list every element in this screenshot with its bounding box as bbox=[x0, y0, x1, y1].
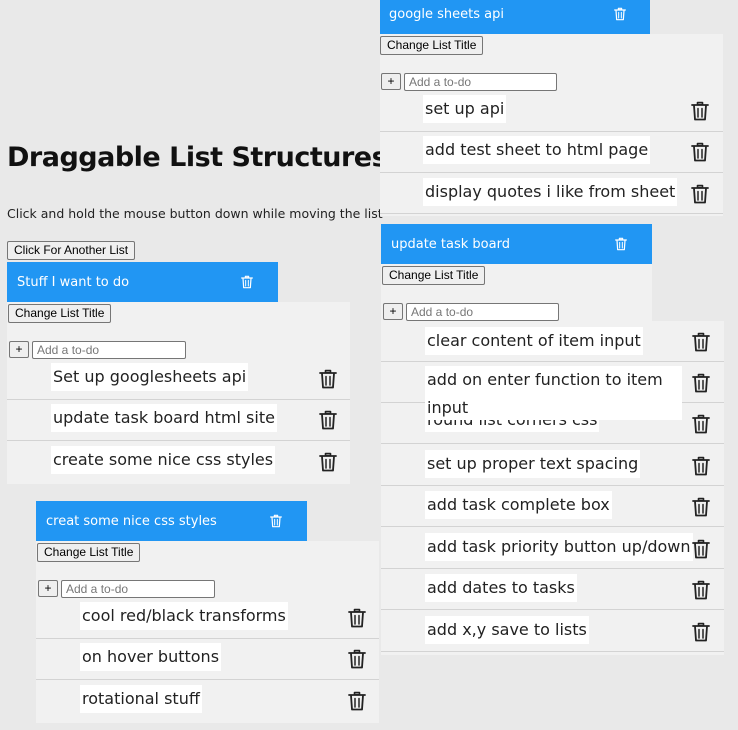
todo-list[interactable]: creat some nice css styles Change List T… bbox=[36, 501, 379, 723]
list-title: update task board bbox=[391, 236, 510, 252]
add-todo-input[interactable] bbox=[61, 580, 215, 598]
list-header[interactable]: Stuff I want to do bbox=[7, 262, 278, 302]
trash-icon[interactable] bbox=[691, 101, 709, 121]
add-todo-input[interactable] bbox=[406, 303, 559, 321]
trash-icon[interactable] bbox=[319, 452, 337, 472]
add-list-button[interactable]: Click For Another List bbox=[7, 241, 136, 260]
list-header[interactable]: creat some nice css styles bbox=[36, 501, 307, 541]
list-item[interactable]: add task priority button up/down bbox=[381, 528, 724, 569]
item-text: add task complete box bbox=[425, 491, 612, 519]
todo-list[interactable]: update task board Change List Title + cl… bbox=[381, 224, 724, 655]
add-todo-button[interactable]: + bbox=[383, 303, 403, 320]
item-text: clear content of item input bbox=[425, 327, 643, 355]
trash-icon[interactable] bbox=[614, 7, 626, 21]
trash-icon[interactable] bbox=[241, 275, 253, 289]
page-title: Draggable List Structures bbox=[7, 142, 388, 173]
trash-icon[interactable] bbox=[691, 184, 709, 204]
trash-icon[interactable] bbox=[348, 608, 366, 628]
add-todo-button[interactable]: + bbox=[381, 73, 401, 90]
list-item[interactable]: set up api bbox=[380, 91, 723, 132]
add-todo-input[interactable] bbox=[404, 73, 557, 91]
list-item[interactable]: Set up googlesheets api bbox=[7, 359, 350, 400]
change-title-button[interactable]: Change List Title bbox=[8, 304, 112, 323]
list-item[interactable]: add x,y save to lists bbox=[381, 611, 724, 652]
list-item[interactable]: create some nice css styles bbox=[7, 441, 350, 482]
trash-icon[interactable] bbox=[319, 410, 337, 430]
item-text: cool red/black transforms bbox=[80, 602, 288, 630]
trash-icon[interactable] bbox=[692, 497, 710, 517]
item-text: add task priority button up/down bbox=[425, 533, 693, 561]
trash-icon[interactable] bbox=[692, 332, 710, 352]
item-text: add dates to tasks bbox=[425, 574, 577, 602]
list-item[interactable]: rotational stuff bbox=[36, 680, 379, 721]
list-item[interactable]: display quotes i like from sheet bbox=[380, 173, 723, 214]
list-item[interactable]: clear content of item input bbox=[381, 321, 724, 362]
trash-icon[interactable] bbox=[692, 580, 710, 600]
trash-icon[interactable] bbox=[319, 369, 337, 389]
trash-icon[interactable] bbox=[348, 649, 366, 669]
list-item[interactable]: add on enter function to item input bbox=[381, 362, 724, 420]
trash-icon[interactable] bbox=[270, 514, 282, 528]
change-title-button[interactable]: Change List Title bbox=[37, 543, 141, 562]
item-text: rotational stuff bbox=[80, 685, 202, 713]
item-text: set up api bbox=[423, 95, 507, 123]
item-text: create some nice css styles bbox=[51, 446, 276, 474]
trash-icon[interactable] bbox=[691, 142, 709, 162]
trash-icon[interactable] bbox=[692, 373, 710, 393]
item-text: add x,y save to lists bbox=[425, 616, 589, 644]
add-todo-button[interactable]: + bbox=[9, 341, 29, 358]
list-item[interactable]: cool red/black transforms bbox=[36, 598, 379, 639]
item-text: on hover buttons bbox=[80, 643, 222, 671]
todo-list[interactable]: Stuff I want to do Change List Title + S… bbox=[7, 262, 350, 484]
item-text: set up proper text spacing bbox=[425, 450, 641, 478]
trash-icon[interactable] bbox=[692, 456, 710, 476]
list-item[interactable]: add task complete box bbox=[381, 486, 724, 527]
list-body: Change List Title + Set up googlesheets … bbox=[7, 302, 350, 484]
list-item[interactable]: update task board html site bbox=[7, 400, 350, 441]
item-text: update task board html site bbox=[51, 404, 277, 432]
list-body: Change List Title + cool red/black trans… bbox=[36, 541, 379, 723]
list-header[interactable]: google sheets api bbox=[380, 0, 650, 34]
add-todo-input[interactable] bbox=[32, 341, 186, 359]
item-text: display quotes i like from sheet bbox=[423, 178, 678, 206]
trash-icon[interactable] bbox=[692, 414, 710, 434]
item-text: add on enter function to item input bbox=[425, 366, 682, 420]
list-title: creat some nice css styles bbox=[46, 513, 217, 529]
change-title-button[interactable]: Change List Title bbox=[380, 36, 484, 55]
trash-icon[interactable] bbox=[692, 622, 710, 642]
list-header[interactable]: update task board bbox=[381, 224, 652, 264]
list-items: clear content of item input add on enter… bbox=[381, 321, 724, 655]
list-title: Stuff I want to do bbox=[17, 274, 130, 290]
trash-icon[interactable] bbox=[692, 539, 710, 559]
list-title: google sheets api bbox=[389, 6, 504, 22]
page: Draggable List Structures Click and hold… bbox=[0, 0, 738, 730]
item-text: add test sheet to html page bbox=[423, 136, 651, 164]
page-subtitle: Click and hold the mouse button down whi… bbox=[7, 206, 383, 221]
list-item[interactable]: add dates to tasks bbox=[381, 569, 724, 610]
list-body: Change List Title + set up api add test … bbox=[380, 34, 723, 216]
trash-icon[interactable] bbox=[348, 691, 366, 711]
add-todo-button[interactable]: + bbox=[38, 580, 58, 597]
todo-list[interactable]: google sheets api Change List Title + se… bbox=[380, 0, 723, 216]
list-item[interactable]: set up proper text spacing bbox=[381, 445, 724, 486]
trash-icon[interactable] bbox=[615, 237, 627, 251]
change-title-button[interactable]: Change List Title bbox=[382, 266, 486, 285]
list-item[interactable]: add test sheet to html page bbox=[380, 132, 723, 173]
list-item[interactable]: on hover buttons bbox=[36, 639, 379, 680]
item-text: Set up googlesheets api bbox=[51, 363, 249, 391]
